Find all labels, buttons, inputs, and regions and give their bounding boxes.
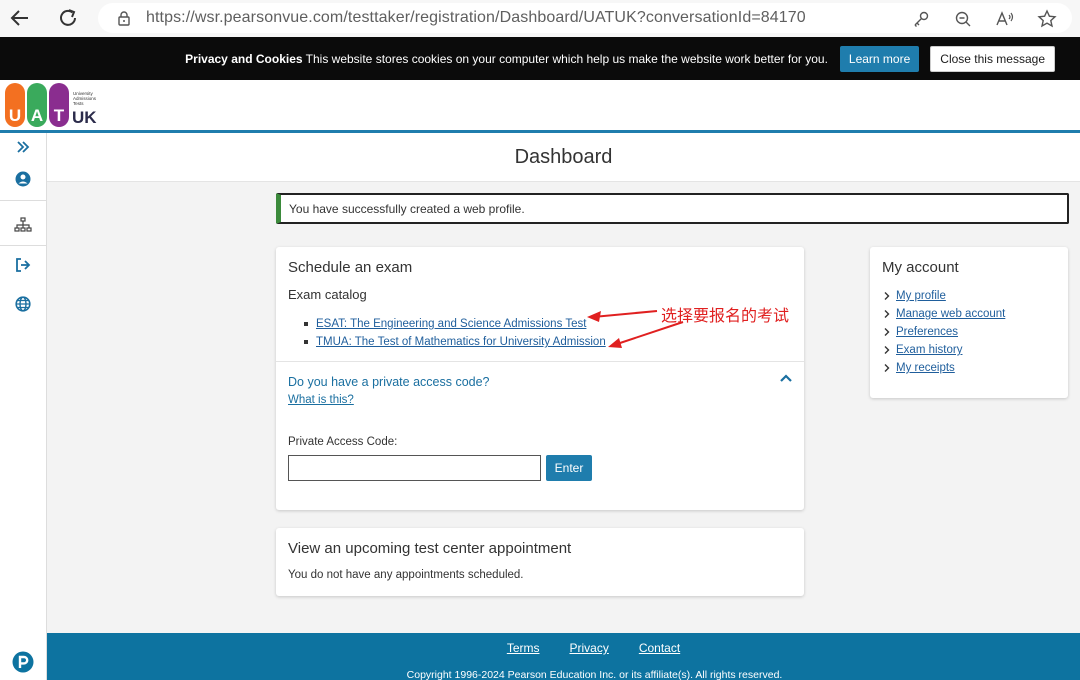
list-item: My profile [882, 287, 1005, 305]
footer-links: Terms Privacy Contact [47, 641, 1080, 655]
tmua-exam-link[interactable]: TMUA: The Test of Mathematics for Univer… [316, 336, 606, 348]
terms-link[interactable]: Terms [507, 641, 540, 655]
svg-text:UK: UK [72, 108, 97, 127]
title-bar: Dashboard [47, 133, 1080, 182]
svg-text:Tests: Tests [73, 101, 84, 106]
appointments-title: View an upcoming test center appointment [288, 540, 572, 557]
key-icon[interactable] [910, 8, 932, 30]
svg-text:U: U [9, 106, 21, 125]
private-access-code-input[interactable] [288, 455, 541, 481]
list-item: ESAT: The Engineering and Science Admiss… [304, 315, 606, 333]
success-alert: You have successfully created a web prof… [276, 193, 1069, 224]
uat-uk-logo[interactable]: U A T University Admissions Tests UK [5, 83, 115, 127]
user-profile-icon[interactable] [0, 171, 46, 187]
list-item: TMUA: The Test of Mathematics for Univer… [304, 333, 606, 351]
chevron-right-icon [882, 345, 892, 355]
exam-catalog-label: Exam catalog [288, 287, 367, 302]
schedule-exam-card: Schedule an exam Exam catalog ESAT: The … [276, 247, 804, 510]
chevron-right-icon [882, 309, 892, 319]
private-access-code-label: Private Access Code: [288, 436, 398, 448]
address-bar[interactable]: https://wsr.pearsonvue.com/testtaker/reg… [98, 3, 1072, 33]
annotation-label: 选择要报名的考试 [661, 306, 790, 325]
chevron-up-icon[interactable] [778, 371, 794, 387]
esat-exam-link[interactable]: ESAT: The Engineering and Science Admiss… [316, 318, 586, 330]
enter-button[interactable]: Enter [546, 455, 592, 481]
appointments-message: You do not have any appointments schedul… [288, 569, 524, 581]
sidebar [0, 133, 47, 680]
svg-text:T: T [54, 106, 65, 125]
page-title: Dashboard [514, 146, 613, 168]
my-account-card: My account My profile Manage web account… [870, 247, 1068, 398]
schedule-title: Schedule an exam [288, 259, 413, 276]
chevron-right-icon [882, 327, 892, 337]
browser-toolbar: https://wsr.pearsonvue.com/testtaker/reg… [0, 0, 1080, 37]
my-account-title: My account [882, 259, 959, 276]
what-is-this-link[interactable]: What is this? [288, 394, 354, 406]
learn-more-button[interactable]: Learn more [839, 45, 920, 72]
favorite-star-icon[interactable] [1036, 8, 1058, 30]
sitemap-icon[interactable] [0, 217, 46, 233]
private-access-toggle[interactable]: Do you have a private access code? [288, 375, 490, 389]
contact-link[interactable]: Contact [639, 641, 680, 655]
expand-sidebar-icon[interactable] [0, 140, 46, 154]
manage-web-account-link[interactable]: Manage web account [896, 308, 1005, 320]
cookie-banner: Privacy and Cookies This website stores … [0, 37, 1080, 80]
url-text[interactable]: https://wsr.pearsonvue.com/testtaker/reg… [146, 9, 806, 27]
exam-history-link[interactable]: Exam history [896, 344, 962, 356]
globe-language-icon[interactable] [0, 296, 46, 312]
chevron-right-icon [882, 291, 892, 301]
list-item: Exam history [882, 341, 1005, 359]
list-item: Preferences [882, 323, 1005, 341]
privacy-link[interactable]: Privacy [569, 641, 608, 655]
copyright-text: Copyright 1996-2024 Pearson Education In… [406, 669, 783, 680]
sign-out-icon[interactable] [0, 257, 46, 273]
footer: Terms Privacy Contact Copyright 1996-202… [47, 633, 1080, 680]
preferences-link[interactable]: Preferences [896, 326, 958, 338]
back-arrow-icon[interactable] [2, 0, 38, 36]
cookie-message: Privacy and Cookies This website stores … [185, 51, 828, 66]
account-links: My profile Manage web account Preference… [882, 287, 1005, 377]
list-item: Manage web account [882, 305, 1005, 323]
site-header: U A T University Admissions Tests UK [0, 80, 1080, 130]
zoom-out-icon[interactable] [952, 8, 974, 30]
chevron-right-icon [882, 363, 892, 373]
list-item: My receipts [882, 359, 1005, 377]
sidebar-divider [0, 245, 46, 246]
exam-list: ESAT: The Engineering and Science Admiss… [304, 315, 606, 351]
reload-icon[interactable] [50, 0, 86, 36]
appointments-card: View an upcoming test center appointment… [276, 528, 804, 596]
my-profile-link[interactable]: My profile [896, 290, 946, 302]
svg-text:A: A [31, 106, 43, 125]
my-receipts-link[interactable]: My receipts [896, 362, 955, 374]
close-message-button[interactable]: Close this message [930, 45, 1055, 72]
lock-icon[interactable] [116, 10, 132, 26]
read-aloud-icon[interactable] [994, 8, 1016, 30]
card-divider [276, 361, 804, 362]
sidebar-divider [0, 200, 46, 201]
pearson-logo-icon[interactable] [0, 651, 46, 673]
